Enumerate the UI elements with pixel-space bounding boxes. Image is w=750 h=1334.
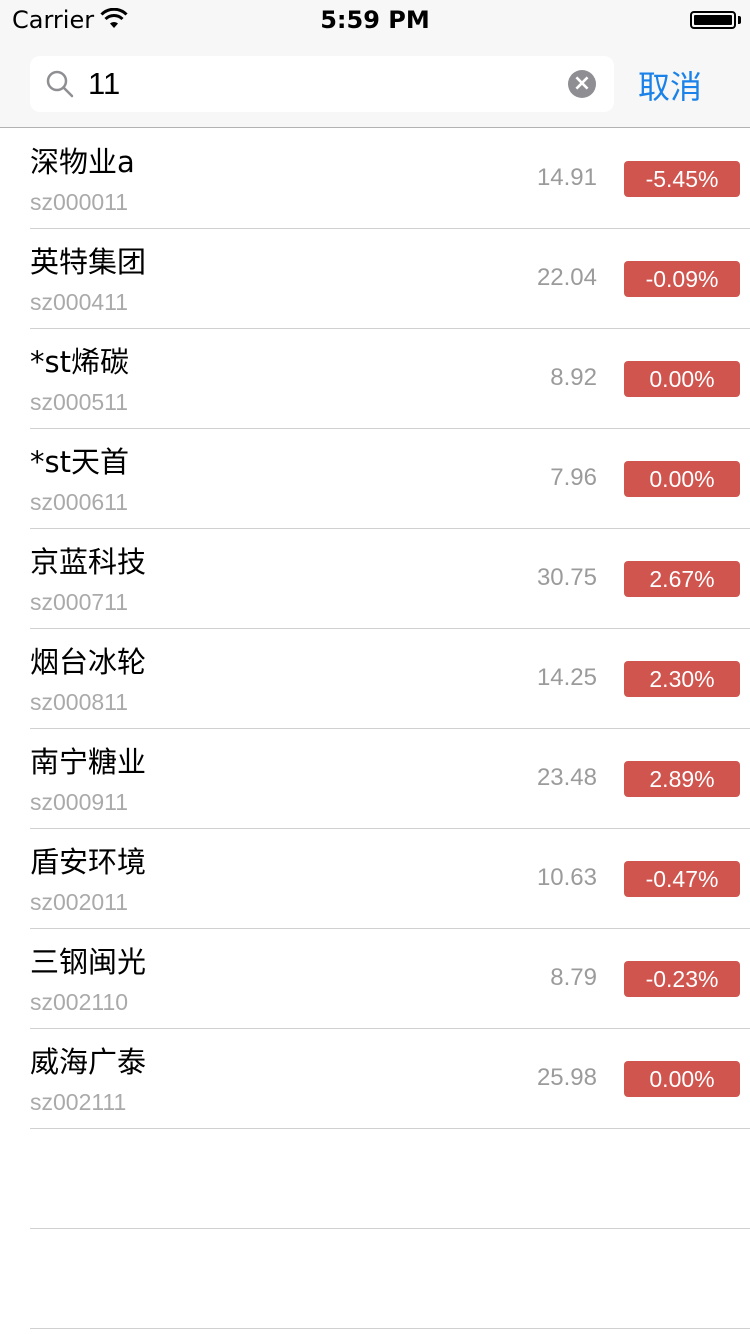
stock-row[interactable]: 三钢闽光 sz002110 8.79 -0.23% bbox=[30, 929, 750, 1029]
battery-icon bbox=[690, 11, 736, 29]
change-badge: 0.00% bbox=[624, 1061, 740, 1097]
stock-name: 京蓝科技 bbox=[30, 545, 147, 579]
search-results-list: 深物业a sz000011 14.91 -5.45% 英特集团 sz000411 22.04… bbox=[0, 129, 750, 1329]
stock-name: 三钢闽光 bbox=[30, 945, 147, 979]
search-query-text[interactable]: 11 bbox=[88, 66, 120, 102]
navigation-bar: Carrier 5:59 PM 11 × 取消 bbox=[0, 0, 750, 128]
stock-row[interactable]: 盾安环境 sz002011 10.63 -0.47% bbox=[30, 829, 750, 929]
cancel-button[interactable]: 取消 bbox=[638, 62, 702, 108]
stock-code: sz000711 bbox=[30, 589, 129, 615]
stock-row[interactable]: 英特集团 sz000411 22.04 -0.09% bbox=[30, 229, 750, 329]
stock-name: 烟台冰轮 bbox=[30, 645, 147, 679]
stock-row[interactable]: 深物业a sz000011 14.91 -5.45% bbox=[30, 129, 750, 229]
stock-price: 25.98 bbox=[536, 1064, 597, 1091]
change-badge: 2.89% bbox=[624, 761, 740, 797]
stock-row[interactable]: 南宁糖业 sz000911 23.48 2.89% bbox=[30, 729, 750, 829]
stock-name: *st烯碳 bbox=[30, 345, 129, 379]
stock-price: 10.63 bbox=[536, 864, 597, 891]
stock-code: sz000511 bbox=[30, 389, 129, 415]
stock-code: sz002110 bbox=[30, 989, 129, 1015]
stock-name: 盾安环境 bbox=[30, 845, 147, 879]
stock-row[interactable]: 威海广泰 sz002111 25.98 0.00% bbox=[30, 1029, 750, 1129]
stock-code: sz000011 bbox=[30, 189, 129, 215]
search-input[interactable]: 11 × bbox=[30, 56, 614, 112]
stock-price: 30.75 bbox=[536, 564, 597, 591]
status-bar: Carrier 5:59 PM bbox=[0, 0, 750, 40]
stock-name: 深物业a bbox=[30, 145, 135, 179]
stock-price: 8.92 bbox=[550, 364, 597, 391]
change-badge: -0.09% bbox=[624, 261, 740, 297]
clear-icon[interactable]: × bbox=[568, 70, 596, 98]
stock-name: 威海广泰 bbox=[30, 1045, 147, 1079]
stock-price: 8.79 bbox=[550, 964, 597, 991]
battery-tip bbox=[738, 16, 741, 24]
stock-code: sz000611 bbox=[30, 489, 129, 515]
stock-name: 南宁糖业 bbox=[30, 745, 147, 779]
stock-name: 英特集团 bbox=[30, 245, 147, 279]
stock-code: sz000811 bbox=[30, 689, 129, 715]
stock-code: sz002011 bbox=[30, 889, 129, 915]
stock-row[interactable]: *st烯碳 sz000511 8.92 0.00% bbox=[30, 329, 750, 429]
status-time: 5:59 PM bbox=[320, 6, 430, 34]
stock-price: 14.25 bbox=[536, 664, 597, 691]
change-badge: -5.45% bbox=[624, 161, 740, 197]
change-badge: 2.30% bbox=[624, 661, 740, 697]
change-badge: 0.00% bbox=[624, 461, 740, 497]
change-badge: 2.67% bbox=[624, 561, 740, 597]
change-badge: -0.23% bbox=[624, 961, 740, 997]
stock-code: sz002111 bbox=[30, 1089, 127, 1115]
stock-price: 7.96 bbox=[550, 464, 597, 491]
stock-price: 22.04 bbox=[536, 264, 597, 291]
empty-row bbox=[30, 1229, 750, 1329]
change-badge: -0.47% bbox=[624, 861, 740, 897]
stock-price: 23.48 bbox=[536, 764, 597, 791]
stock-row[interactable]: *st天首 sz000611 7.96 0.00% bbox=[30, 429, 750, 529]
stock-code: sz000411 bbox=[30, 289, 129, 315]
stock-row[interactable]: 烟台冰轮 sz000811 14.25 2.30% bbox=[30, 629, 750, 729]
search-icon bbox=[46, 70, 74, 98]
change-badge: 0.00% bbox=[624, 361, 740, 397]
stock-row[interactable]: 京蓝科技 sz000711 30.75 2.67% bbox=[30, 529, 750, 629]
stock-name: *st天首 bbox=[30, 445, 129, 479]
stock-price: 14.91 bbox=[536, 164, 597, 191]
empty-row bbox=[30, 1129, 750, 1229]
stock-code: sz000911 bbox=[30, 789, 129, 815]
